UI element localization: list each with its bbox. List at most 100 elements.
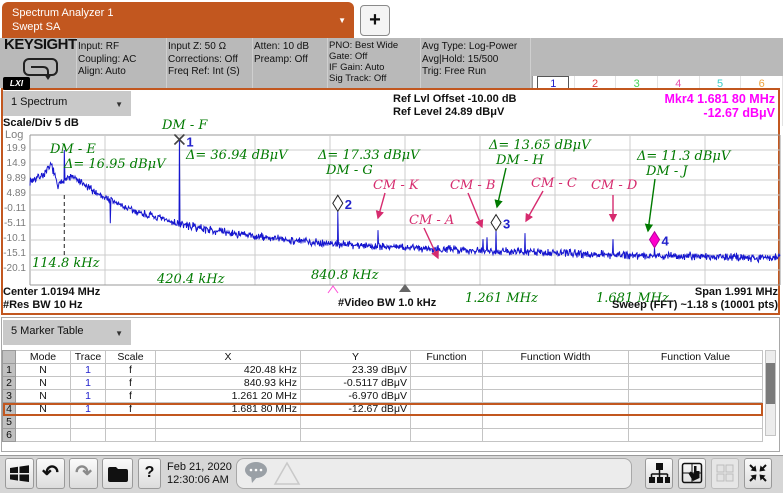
window-hand-icon	[680, 461, 704, 485]
notification-area[interactable]	[236, 458, 632, 489]
spectrum-analyzer-screen: Spectrum Analyzer 1 Swept SA ▼ + KEYSIGH…	[0, 0, 783, 493]
table-corner-cell	[3, 351, 16, 364]
chevron-down-icon[interactable]: ▼	[115, 329, 123, 338]
collapse-fullscreen-button[interactable]	[744, 458, 772, 489]
cell-trace: 1	[71, 390, 106, 403]
cell-mode: N	[16, 364, 71, 377]
cell-x: 420.48 kHz	[156, 364, 301, 377]
window-select-button[interactable]	[678, 458, 706, 489]
cell-num: 2	[3, 377, 16, 390]
redo-button[interactable]: ↷	[69, 458, 98, 489]
cell-fw	[483, 390, 629, 403]
cell-f	[411, 416, 483, 429]
ref-level: Ref Level 24.89 dBμV	[393, 106, 504, 119]
cell-y: 23.39 dBμV	[301, 364, 411, 377]
cell-num: 6	[3, 429, 16, 442]
cell-fw	[483, 364, 629, 377]
span-label: Span 1.991 MHz	[695, 286, 778, 299]
cell-fw	[483, 429, 629, 442]
undo-button[interactable]: ↶	[36, 458, 65, 489]
cell-mode	[16, 416, 71, 429]
marker-table-row-6[interactable]: 6	[3, 429, 763, 442]
notification-icons	[243, 460, 303, 488]
y-tick-label: 19.9	[0, 143, 26, 155]
cell-y	[301, 416, 411, 429]
header-avg-settings: Avg Type: Log-PowerAvg|Hold: 15/500Trig:…	[422, 38, 531, 88]
y-tick-label: -0.11	[0, 203, 26, 215]
center-freq-label: Center 1.0194 MHz	[3, 286, 100, 299]
cell-fw	[483, 377, 629, 390]
cell-num: 1	[3, 364, 16, 377]
marker-table-row-4[interactable]: 4N1f1.681 80 MHz-12.67 dBμV	[3, 403, 763, 416]
cell-scale	[106, 429, 156, 442]
y-tick-label: -10.1	[0, 233, 26, 245]
folder-icon	[105, 461, 131, 487]
y-tick-label: -15.1	[0, 248, 26, 260]
cell-scale: f	[106, 403, 156, 416]
marker-table-row-5[interactable]: 5	[3, 416, 763, 429]
cell-num: 3	[3, 390, 16, 403]
cell-trace	[71, 429, 106, 442]
windows-menu-button[interactable]	[5, 458, 34, 489]
cell-x: 1.261 20 MHz	[156, 390, 301, 403]
column-header-function: Function	[411, 351, 483, 364]
add-tab-button[interactable]: +	[360, 5, 390, 36]
keysight-logo: KEYSIGHT	[4, 39, 77, 52]
cell-scale	[106, 416, 156, 429]
screen-layout-button[interactable]	[645, 458, 673, 489]
help-button[interactable]: ?	[138, 458, 161, 489]
scrollbar-thumb[interactable]	[766, 363, 775, 404]
cell-fv	[629, 403, 763, 416]
undo-arrow-icon: ↶	[42, 462, 59, 484]
marker-readout: Mkr4 1.681 80 MHz -12.67 dBμV	[570, 92, 775, 120]
cell-f	[411, 390, 483, 403]
cell-f	[411, 364, 483, 377]
header-input-settings: Input: RFCoupling: ACAlign: Auto	[78, 38, 167, 88]
cell-f	[411, 403, 483, 416]
column-header-function-width: Function Width	[483, 351, 629, 364]
cell-scale: f	[106, 377, 156, 390]
cell-fw	[483, 403, 629, 416]
cell-mode: N	[16, 377, 71, 390]
cell-mode: N	[16, 390, 71, 403]
chevron-down-icon[interactable]: ▼	[115, 100, 123, 109]
cell-num: 5	[3, 416, 16, 429]
windows-logo-icon	[8, 461, 32, 485]
column-header-mode: Mode	[16, 351, 71, 364]
app-tab-title: Spectrum Analyzer 1	[12, 6, 344, 20]
cell-y	[301, 429, 411, 442]
file-save-button[interactable]	[102, 458, 133, 489]
cell-fw	[483, 416, 629, 429]
tab-marker-table-window[interactable]: 5 Marker Table ▼	[3, 320, 131, 345]
help-question-icon: ?	[145, 464, 155, 481]
cell-scale: f	[106, 390, 156, 403]
spectrum-window-border	[1, 88, 780, 315]
chat-bubble-icon	[245, 462, 267, 483]
marker-table-row-1[interactable]: 1N1f420.48 kHz23.39 dBμV	[3, 364, 763, 377]
tab-spectrum-window[interactable]: 1 Spectrum ▼	[3, 91, 131, 116]
datetime-display: Feb 21, 2020 12:30:06 AM	[167, 461, 232, 487]
marker-table-row-3[interactable]: 3N1f1.261 20 MHz-6.970 dBμV	[3, 390, 763, 403]
cell-fv	[629, 364, 763, 377]
cell-x: 840.93 kHz	[156, 377, 301, 390]
column-header-scale: Scale	[106, 351, 156, 364]
layout-nodes-icon	[647, 461, 671, 485]
cell-mode	[16, 429, 71, 442]
marker-table-row-2[interactable]: 2N1f840.93 kHz-0.5117 dBμV	[3, 377, 763, 390]
y-tick-label: 4.89	[0, 188, 26, 200]
cell-y: -0.5117 dBμV	[301, 377, 411, 390]
marker-table: ModeTraceScaleXYFunctionFunction WidthFu…	[2, 350, 763, 442]
log-scale-label: Log	[5, 129, 23, 141]
redo-arrow-icon: ↷	[75, 462, 92, 484]
cell-f	[411, 377, 483, 390]
video-bw-label: #Video BW 1.0 kHz	[338, 297, 436, 310]
app-tab-subtitle: Swept SA	[12, 20, 344, 34]
column-header-trace: Trace	[71, 351, 106, 364]
collapse-arrows-icon	[746, 461, 770, 485]
header-pno-settings: PNO: Best WideGate: OffIF Gain: AutoSig …	[329, 38, 421, 88]
app-tab-swept-sa[interactable]: Spectrum Analyzer 1 Swept SA ▼	[2, 2, 354, 38]
y-tick-label: 14.9	[0, 158, 26, 170]
y-tick-label: -5.11	[0, 218, 26, 230]
chevron-down-icon[interactable]: ▼	[338, 14, 346, 28]
cell-trace: 1	[71, 364, 106, 377]
